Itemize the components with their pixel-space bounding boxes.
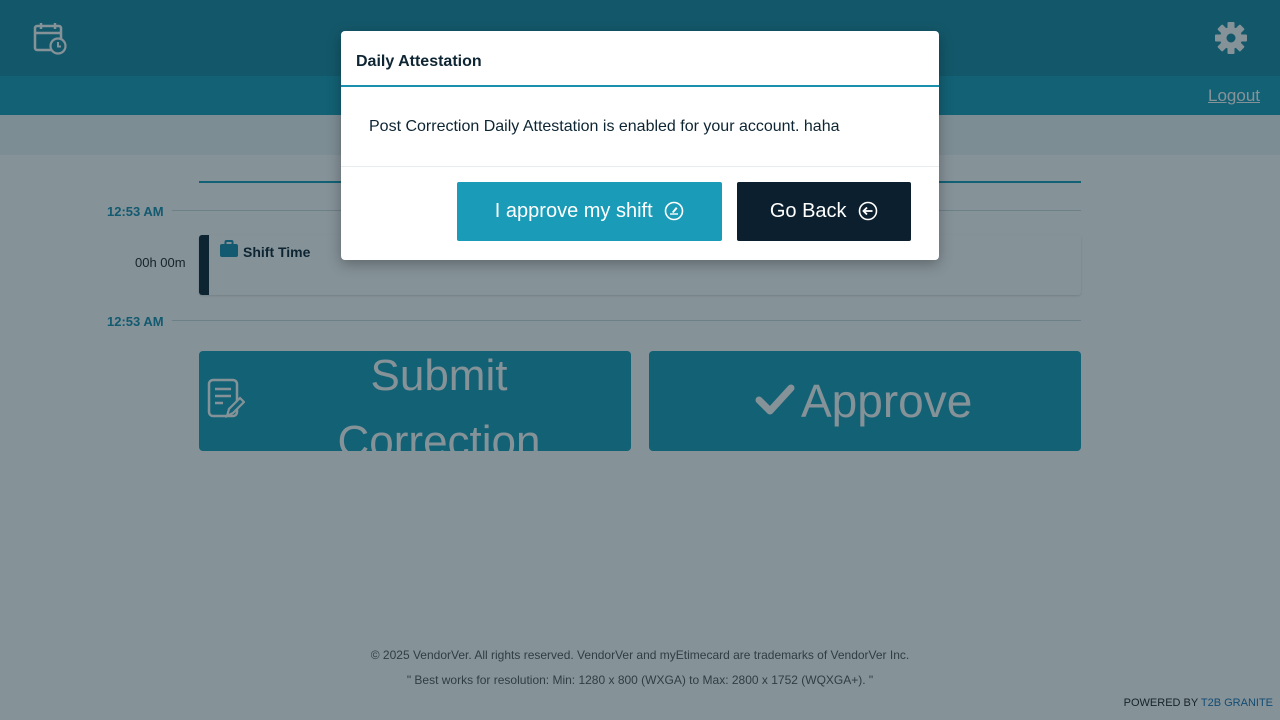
arrow-left-circle-icon <box>858 201 878 221</box>
go-back-button[interactable]: Go Back <box>737 182 911 241</box>
signature-icon <box>664 201 684 221</box>
attestation-modal: Daily Attestation Post Correction Daily … <box>341 31 939 260</box>
go-back-label: Go Back <box>769 200 847 222</box>
approve-shift-label: I approve my shift <box>494 200 653 222</box>
modal-title: Daily Attestation <box>356 53 482 70</box>
approve-shift-button[interactable]: I approve my shift <box>457 182 722 241</box>
modal-footer-divider <box>341 166 939 167</box>
modal-header-divider <box>341 85 939 87</box>
modal-message: Post Correction Daily Attestation is ena… <box>369 118 840 135</box>
